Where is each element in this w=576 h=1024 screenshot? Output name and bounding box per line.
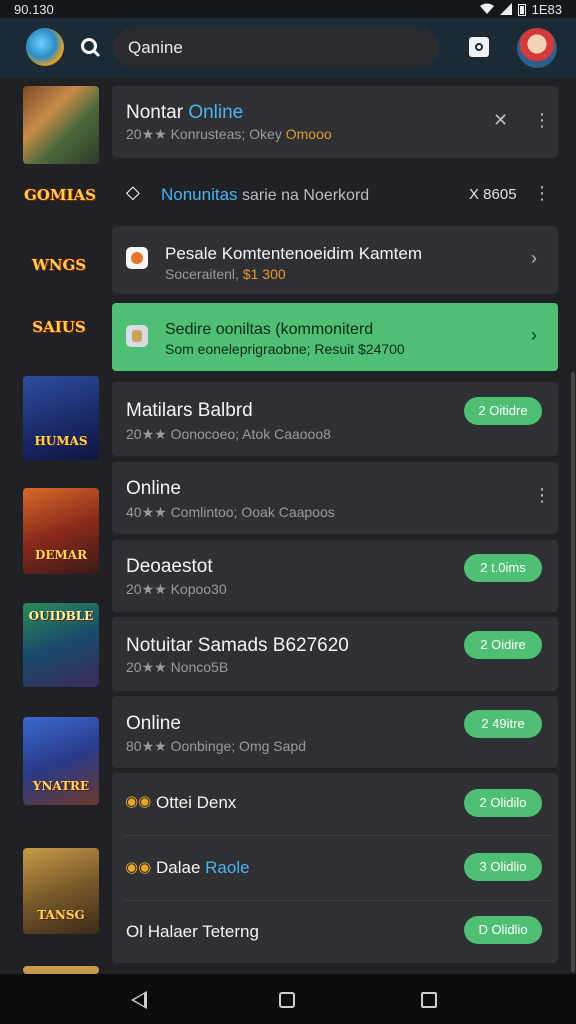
list-item[interactable]: Deoaestot 20★★ Kopoo30 2 t.0ims xyxy=(112,540,558,612)
status-time: 90.130 xyxy=(14,1,54,17)
app-icon xyxy=(126,325,148,347)
item-title: Pesale Komtentenoeidim Kamtem xyxy=(165,244,423,263)
game-logo[interactable]: GOMIAS xyxy=(24,186,96,204)
item-title: Online xyxy=(126,713,181,734)
thumbnail-title: HUMAS xyxy=(34,434,88,448)
app-icon xyxy=(126,247,148,269)
item-meta: X 8605 xyxy=(469,186,517,203)
thumbnail-title: YNATRE xyxy=(32,779,90,793)
list-item[interactable]: ◇ Nonunitas sarie na Noerkord X 8605 ⋮ xyxy=(112,164,558,224)
status-icons: 1E83 xyxy=(479,1,562,17)
item-subtitle: 20★★ Konrusteas; Okey Omooo xyxy=(126,126,332,142)
divider xyxy=(124,900,552,901)
thumbnail-title: OUIDBLE xyxy=(28,609,94,623)
status-bar: 90.130 1E83 xyxy=(0,0,576,18)
close-icon[interactable]: ✕ xyxy=(493,110,508,131)
item-subtitle: 20★★ Oonocoeo; Atok Caaooo8 xyxy=(126,426,331,442)
recent-apps-icon[interactable] xyxy=(421,992,437,1008)
back-icon[interactable] xyxy=(131,991,147,1009)
wifi-icon xyxy=(479,3,494,14)
install-button[interactable]: 2 Oidire xyxy=(464,631,542,659)
install-button[interactable]: 2 t.0ims xyxy=(464,554,542,582)
thumbnail-title: TANSG xyxy=(37,908,85,922)
game-thumbnail[interactable]: YNATRE xyxy=(23,717,99,805)
game-logo[interactable]: SAIUS xyxy=(24,318,94,336)
item-title: Notuitar Samads B627620 xyxy=(126,635,349,656)
install-button[interactable]: 2 Oitidre xyxy=(464,397,542,425)
item-subtitle: 20★★ Kopoo30 xyxy=(126,581,227,597)
install-button[interactable]: 2 49itre xyxy=(464,710,542,738)
signal-icon xyxy=(499,3,512,15)
item-subtitle: Soceraitenl, $1 300 xyxy=(165,266,286,282)
item-title: Sedire ooniltas (kommoniterd xyxy=(165,321,374,338)
list-item-selected[interactable]: Sedire ooniltas (kommoniterd Som eonelep… xyxy=(112,303,558,371)
home-icon[interactable] xyxy=(279,992,295,1008)
chevron-right-icon[interactable]: › xyxy=(531,248,537,269)
game-thumbnail[interactable]: TANSG xyxy=(23,848,99,934)
item-title: Nontar Online xyxy=(126,102,244,123)
game-thumbnail-partial[interactable] xyxy=(23,966,99,974)
gamepad-icon: ◉◉ xyxy=(125,793,152,810)
game-thumbnail[interactable]: DEMAR xyxy=(23,488,99,574)
list-item[interactable]: ◉◉ Dalae Raole 3 Olidlio xyxy=(112,838,558,898)
battery-icon xyxy=(517,3,526,16)
list-item[interactable]: Online 40★★ Comlintoo; Ooak Caapoos ⋮ xyxy=(112,462,558,534)
item-title: Deoaestot xyxy=(126,556,213,577)
divider xyxy=(124,835,552,836)
diamond-icon: ◇ xyxy=(126,182,140,202)
search-input[interactable]: Qanine xyxy=(114,27,439,68)
gamepad-icon: ◉◉ xyxy=(125,859,152,876)
battery-text: 1E83 xyxy=(531,1,562,17)
item-title: Dalae Raole xyxy=(156,858,250,877)
search-icon[interactable] xyxy=(79,36,101,58)
more-options-icon[interactable]: ⋮ xyxy=(533,110,551,131)
install-button[interactable]: 3 Olidlio xyxy=(464,853,542,881)
item-subtitle: 80★★ Oonbinge; Omg Sapd xyxy=(126,738,306,754)
app-logo[interactable] xyxy=(26,28,64,66)
list-item[interactable]: Nontar Online 20★★ Konrusteas; Okey Omoo… xyxy=(112,86,558,158)
item-subtitle: 40★★ Comlintoo; Ooak Caapoos xyxy=(126,504,335,520)
list-item[interactable]: Ol Halaer Teterng D Olidlio xyxy=(112,903,558,959)
item-title: Online xyxy=(126,478,181,499)
list-item[interactable]: ◉◉ Ottei Denx 2 Olidilo xyxy=(112,773,558,833)
game-logo[interactable]: WNGS xyxy=(24,256,94,274)
item-title: Nonunitas sarie na Noerkord xyxy=(161,185,370,204)
list-item[interactable]: Notuitar Samads B627620 20★★ Nonco5B 2 O… xyxy=(112,617,558,691)
install-button[interactable]: D Olidlio xyxy=(464,916,542,944)
more-options-icon[interactable]: ⋮ xyxy=(533,183,551,204)
top-bar: Qanine xyxy=(0,18,576,78)
avatar[interactable] xyxy=(517,28,557,68)
item-title: Ottei Denx xyxy=(156,793,237,812)
list-item[interactable]: Pesale Komtentenoeidim Kamtem Soceraiten… xyxy=(112,226,558,294)
list-item[interactable]: Matilars Balbrd 20★★ Oonocoeo; Atok Caao… xyxy=(112,382,558,456)
install-button[interactable]: 2 Olidilo xyxy=(464,789,542,817)
game-thumbnail[interactable]: OUIDBLE xyxy=(23,603,99,687)
item-title: Ol Halaer Teterng xyxy=(126,922,259,941)
game-thumbnail[interactable] xyxy=(23,86,99,164)
camera-icon[interactable] xyxy=(469,37,489,57)
game-thumbnail[interactable]: HUMAS xyxy=(23,376,99,460)
navigation-bar xyxy=(0,974,576,1024)
chevron-right-icon[interactable]: › xyxy=(531,325,537,346)
item-title: Matilars Balbrd xyxy=(126,400,253,421)
item-subtitle: 20★★ Nonco5B xyxy=(126,659,229,675)
list-item[interactable]: Online 80★★ Oonbinge; Omg Sapd 2 49itre xyxy=(112,696,558,768)
thumbnail-title: DEMAR xyxy=(34,548,88,562)
scrollbar[interactable] xyxy=(571,372,575,972)
item-subtitle: Som eoneleprigraobne; Resuit $24700 xyxy=(165,341,405,357)
more-options-icon[interactable]: ⋮ xyxy=(533,485,551,506)
